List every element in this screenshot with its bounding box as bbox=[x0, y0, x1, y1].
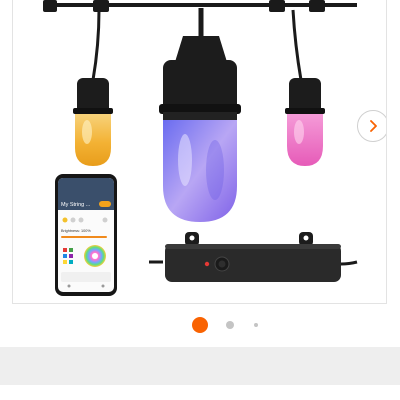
smartphone: My String ... Brightness: 100% bbox=[55, 174, 117, 296]
violet-bulb bbox=[159, 36, 241, 222]
amber-bulb bbox=[73, 78, 113, 166]
app-screen-title: My String ... bbox=[61, 202, 91, 208]
carousel-pagination bbox=[0, 313, 400, 337]
product-image-gallery: My String ... Brightness: 100% bbox=[12, 0, 387, 304]
wifi-controller bbox=[149, 232, 358, 282]
pink-bulb bbox=[285, 78, 325, 166]
carousel-dot[interactable] bbox=[226, 321, 234, 329]
app-brightness-label: Brightness: 100% bbox=[61, 229, 91, 233]
carousel-dot-active[interactable] bbox=[192, 317, 208, 333]
next-image-button[interactable] bbox=[357, 110, 386, 142]
chevron-right-icon bbox=[370, 120, 377, 132]
carousel-dot[interactable] bbox=[254, 323, 258, 327]
bottom-panel bbox=[0, 347, 400, 385]
product-image[interactable]: My String ... Brightness: 100% bbox=[13, 0, 387, 304]
